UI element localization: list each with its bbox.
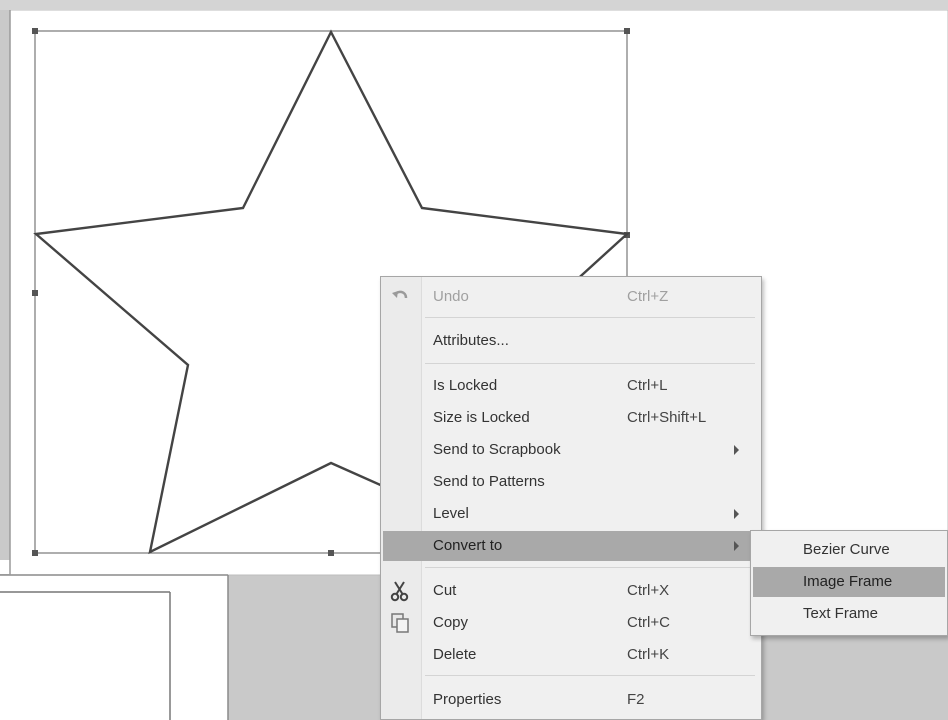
menu-item-attributes[interactable]: Attributes... — [383, 326, 759, 356]
delete-shortcut: Ctrl+K — [627, 646, 670, 663]
image-frame-label: Image Frame — [803, 573, 893, 590]
menu-separator — [425, 567, 755, 568]
size-is-locked-shortcut: Ctrl+Shift+L — [627, 409, 707, 426]
submenu-arrow-icon — [734, 509, 739, 519]
submenu-arrow-icon — [734, 445, 739, 455]
copy-label: Copy — [433, 614, 469, 631]
menu-item-copy[interactable]: Copy Ctrl+C — [383, 608, 759, 638]
cut-label: Cut — [433, 582, 457, 599]
copy-shortcut: Ctrl+C — [627, 614, 670, 631]
level-label: Level — [433, 505, 469, 522]
delete-label: Delete — [433, 646, 477, 663]
bezier-curve-label: Bezier Curve — [803, 541, 890, 558]
menu-item-send-to-patterns[interactable]: Send to Patterns — [383, 467, 759, 497]
is-locked-shortcut: Ctrl+L — [627, 377, 668, 394]
menu-item-cut[interactable]: Cut Ctrl+X — [383, 576, 759, 606]
convert-to-label: Convert to — [433, 537, 503, 554]
attributes-label: Attributes... — [433, 332, 509, 349]
menu-item-delete[interactable]: Delete Ctrl+K — [383, 640, 759, 670]
properties-shortcut: F2 — [627, 691, 645, 708]
menu-item-convert-to[interactable]: Convert to — [383, 531, 759, 561]
send-to-patterns-label: Send to Patterns — [433, 473, 545, 490]
menu-item-properties[interactable]: Properties F2 — [383, 685, 759, 715]
menu-item-level[interactable]: Level — [383, 499, 759, 529]
menu-item-undo[interactable]: Undo Ctrl+Z — [383, 282, 759, 312]
convert-to-submenu: Bezier Curve Image Frame Text Frame — [750, 530, 948, 636]
cut-shortcut: Ctrl+X — [627, 582, 670, 599]
copy-icon — [389, 612, 411, 634]
undo-shortcut: Ctrl+Z — [627, 288, 669, 305]
submenu-item-text-frame[interactable]: Text Frame — [753, 599, 945, 629]
menu-item-send-to-scrapbook[interactable]: Send to Scrapbook — [383, 435, 759, 465]
send-to-scrapbook-label: Send to Scrapbook — [433, 441, 561, 458]
text-frame-label: Text Frame — [803, 605, 879, 622]
menu-separator — [425, 363, 755, 364]
scissors-icon — [389, 580, 411, 602]
document-page-lower — [0, 575, 228, 720]
menu-separator — [425, 317, 755, 318]
undo-icon — [389, 286, 411, 308]
is-locked-label: Is Locked — [433, 377, 498, 394]
undo-label: Undo — [433, 288, 469, 305]
menu-separator — [425, 675, 755, 676]
submenu-arrow-icon — [734, 541, 739, 551]
menu-item-is-locked[interactable]: Is Locked Ctrl+L — [383, 371, 759, 401]
submenu-item-bezier-curve[interactable]: Bezier Curve — [753, 535, 945, 565]
menu-item-size-is-locked[interactable]: Size is Locked Ctrl+Shift+L — [383, 403, 759, 433]
context-menu: Undo Ctrl+Z Attributes... Is Locked Ctrl… — [380, 276, 762, 720]
size-is-locked-label: Size is Locked — [433, 409, 530, 426]
properties-label: Properties — [433, 691, 502, 708]
submenu-item-image-frame[interactable]: Image Frame — [753, 567, 945, 597]
